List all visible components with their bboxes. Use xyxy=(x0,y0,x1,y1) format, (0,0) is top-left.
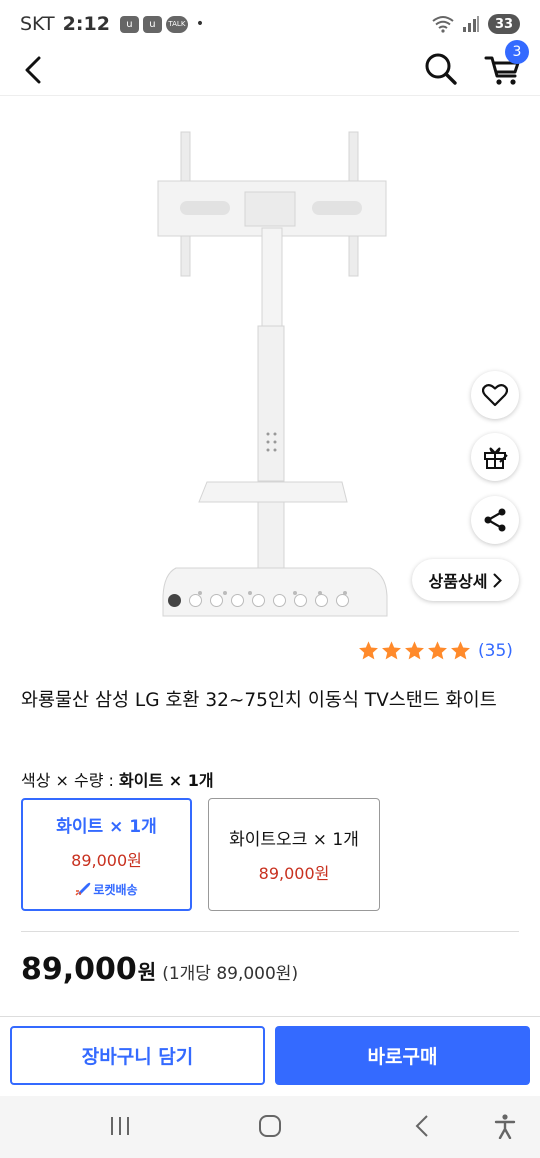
product-title: 와룡물산 삼성 LG 호환 32~75인치 이동식 TV스탠드 화이트 xyxy=(21,690,497,711)
product-photo xyxy=(157,131,388,617)
carousel-dot[interactable] xyxy=(168,594,181,607)
back-button[interactable] xyxy=(18,52,48,88)
chevron-right-icon xyxy=(493,573,503,587)
rating-summary[interactable]: (35) xyxy=(358,640,513,661)
carousel-dot[interactable] xyxy=(189,594,202,607)
shopping-app-icon: u xyxy=(142,15,162,33)
rocket-icon xyxy=(75,882,91,896)
star-rating xyxy=(358,640,471,661)
option-name: 화이트오크 × 1개 xyxy=(229,830,359,850)
unit-price: (1개당 89,000원) xyxy=(162,964,299,984)
recent-apps-icon xyxy=(111,1117,129,1135)
top-header: 3 xyxy=(0,40,540,96)
wishlist-button[interactable] xyxy=(471,371,519,419)
carousel-indicator xyxy=(168,594,349,607)
price-currency: 원 xyxy=(137,960,157,984)
more-notifications-dot: • xyxy=(195,16,205,32)
star-icon xyxy=(451,641,470,660)
option-white[interactable]: 화이트 × 1개 89,000원 로켓배송 xyxy=(21,798,192,911)
cart-count-badge: 3 xyxy=(505,40,529,64)
wifi-icon xyxy=(432,16,454,33)
home-button[interactable] xyxy=(252,1110,288,1142)
carousel-dot[interactable] xyxy=(315,594,328,607)
star-icon xyxy=(405,641,424,660)
option-price: 89,000원 xyxy=(71,850,142,870)
back-arrow-icon xyxy=(415,1115,428,1137)
notification-icons: u u TALK xyxy=(119,15,188,33)
status-bar: SKT 2:12 u u TALK • 33 xyxy=(0,0,540,48)
gift-icon xyxy=(484,447,508,469)
system-back-button[interactable] xyxy=(404,1110,440,1142)
buy-now-button[interactable]: 바로구매 xyxy=(275,1026,530,1085)
option-label-prefix: 색상 × 수량 : xyxy=(21,771,120,790)
option-label: 색상 × 수량 : 화이트 × 1개 xyxy=(21,767,214,791)
recent-apps-button[interactable] xyxy=(102,1110,138,1142)
option-white-oak[interactable]: 화이트오크 × 1개 89,000원 xyxy=(208,798,380,911)
kakaotalk-icon: TALK xyxy=(165,15,188,33)
product-detail-label: 상품상세 xyxy=(428,572,488,591)
star-icon xyxy=(359,641,378,660)
signal-icon xyxy=(463,16,479,32)
search-button[interactable] xyxy=(422,50,460,88)
carousel-dot[interactable] xyxy=(336,594,349,607)
price-amount: 89,000 xyxy=(21,952,137,987)
star-icon xyxy=(428,641,447,660)
carrier-label: SKT xyxy=(20,13,55,35)
product-image-carousel[interactable] xyxy=(0,96,540,626)
rocket-delivery-label: 로켓배송 xyxy=(93,882,138,897)
accessibility-icon xyxy=(494,1114,516,1139)
home-icon xyxy=(259,1115,281,1137)
review-count[interactable]: (35) xyxy=(478,641,513,661)
accessibility-button[interactable] xyxy=(487,1110,523,1142)
carousel-dot[interactable] xyxy=(231,594,244,607)
search-icon xyxy=(425,53,457,85)
carousel-dot[interactable] xyxy=(273,594,286,607)
option-label-selected: 화이트 × 1개 xyxy=(119,771,214,790)
option-name: 화이트 × 1개 xyxy=(56,816,157,837)
option-price: 89,000원 xyxy=(258,864,330,883)
divider xyxy=(21,931,519,932)
system-nav-bar xyxy=(0,1096,540,1158)
gift-button[interactable] xyxy=(471,433,519,481)
carousel-dot[interactable] xyxy=(294,594,307,607)
carousel-dot[interactable] xyxy=(252,594,265,607)
add-to-cart-button[interactable]: 장바구니 담기 xyxy=(10,1026,265,1085)
share-icon xyxy=(484,508,506,532)
battery-indicator: 33 xyxy=(488,14,520,34)
screen: { "status_bar": { "carrier": "SKT", "tim… xyxy=(0,0,540,1158)
product-detail-button[interactable]: 상품상세 xyxy=(412,559,519,601)
share-button[interactable] xyxy=(471,496,519,544)
carousel-dot[interactable] xyxy=(210,594,223,607)
rocket-delivery-badge: 로켓배송 xyxy=(75,881,138,898)
action-bar: 장바구니 담기 바로구매 xyxy=(0,1016,540,1096)
chevron-left-icon xyxy=(25,56,41,84)
price-row: 89,000 원 (1개당 89,000원) xyxy=(21,952,298,987)
shopping-app-icon: u xyxy=(119,15,139,33)
star-icon xyxy=(382,641,401,660)
heart-icon xyxy=(482,384,508,407)
clock: 2:12 xyxy=(62,13,110,35)
